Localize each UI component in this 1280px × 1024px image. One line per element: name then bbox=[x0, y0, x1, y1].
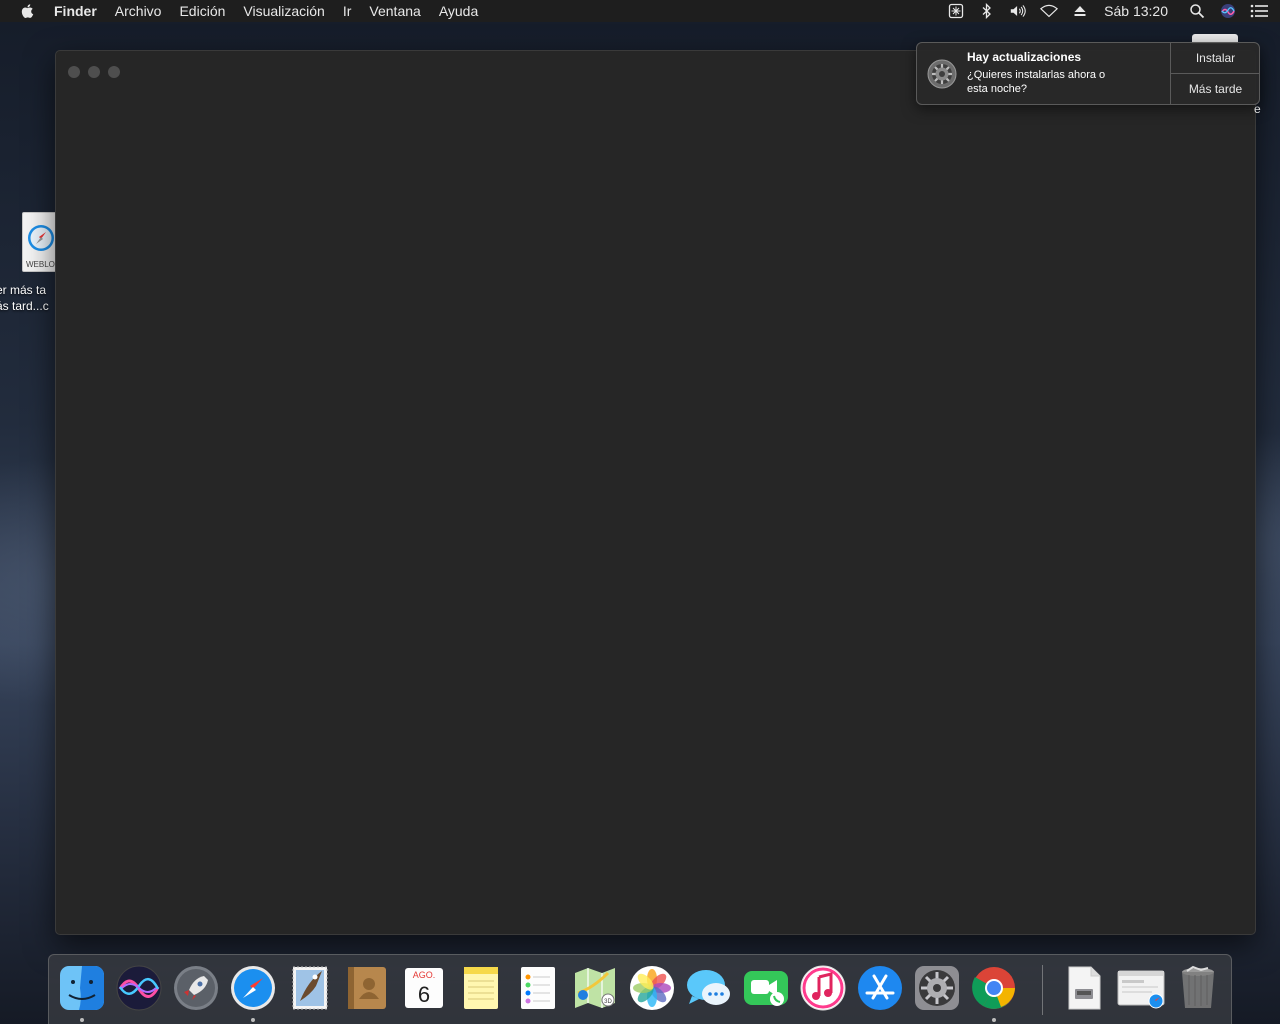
dock-maps[interactable]: 3D bbox=[570, 963, 620, 1013]
dock-separator bbox=[1042, 965, 1043, 1015]
reminders-icon bbox=[521, 967, 555, 1009]
screen-capture-icon[interactable] bbox=[947, 3, 965, 19]
notes-icon bbox=[464, 967, 498, 1009]
messages-icon bbox=[687, 970, 730, 1005]
install-button[interactable]: Instalar bbox=[1171, 43, 1260, 74]
desktop-file-label[interactable]: er más ta ás tard...c bbox=[0, 282, 56, 314]
launchpad-rocket-icon bbox=[174, 966, 218, 1010]
update-notification[interactable]: Hay actualizaciones ¿Quieres instalarlas… bbox=[916, 42, 1260, 105]
dock-launchpad[interactable] bbox=[171, 963, 221, 1013]
menu-app-name[interactable]: Finder bbox=[54, 3, 97, 19]
later-button[interactable]: Más tarde bbox=[1171, 74, 1260, 104]
menu-edicion[interactable]: Edición bbox=[179, 3, 225, 19]
desktop-file-label-line1: er más ta bbox=[0, 283, 47, 297]
document-stack-icon bbox=[1068, 966, 1101, 1010]
notification-title: Hay actualizaciones bbox=[967, 50, 1082, 64]
dock: AGO. 6 3D bbox=[48, 954, 1232, 1024]
dock-safari[interactable] bbox=[228, 963, 278, 1013]
dock-system-preferences[interactable] bbox=[912, 963, 962, 1013]
system-preferences-icon bbox=[915, 966, 959, 1010]
minimized-window-thumbnail-icon bbox=[1117, 970, 1165, 1009]
apple-menu-icon[interactable] bbox=[20, 3, 36, 19]
dock-siri[interactable] bbox=[114, 963, 164, 1013]
photos-flower-icon bbox=[630, 966, 674, 1010]
dock-messages[interactable] bbox=[684, 963, 734, 1013]
dock-trash[interactable] bbox=[1173, 963, 1223, 1013]
siri-icon bbox=[116, 965, 162, 1011]
mail-stamp-icon bbox=[292, 966, 328, 1010]
safari-running-indicator bbox=[251, 1018, 255, 1022]
contacts-book-icon bbox=[348, 967, 386, 1009]
svg-text:3D: 3D bbox=[604, 999, 612, 1005]
menubar-clock[interactable]: Sáb 13:20 bbox=[1104, 3, 1168, 19]
dock-mail[interactable] bbox=[285, 963, 335, 1013]
desktop-file-label-line2: ás tard...c bbox=[0, 299, 49, 313]
menu-ayuda[interactable]: Ayuda bbox=[439, 3, 478, 19]
finder-running-indicator bbox=[80, 1018, 84, 1022]
chrome-running-indicator bbox=[992, 1018, 996, 1022]
dock-facetime[interactable] bbox=[741, 963, 791, 1013]
wifi-icon[interactable] bbox=[1040, 3, 1059, 19]
trash-icon bbox=[1182, 965, 1214, 1008]
safari-icon bbox=[231, 966, 275, 1010]
dock-finder[interactable] bbox=[57, 963, 107, 1013]
menu-bar: Finder Archivo Edición Visualización Ir … bbox=[0, 0, 1280, 22]
eject-icon[interactable] bbox=[1071, 3, 1089, 19]
dock-app-store[interactable] bbox=[855, 963, 905, 1013]
finder-icon bbox=[60, 966, 104, 1010]
spotlight-search-icon[interactable] bbox=[1188, 3, 1206, 19]
calendar-day: 6 bbox=[418, 982, 430, 1007]
window-minimize-button[interactable] bbox=[88, 66, 100, 78]
desktop-webloc-file-icon[interactable]: WEBLO bbox=[22, 212, 58, 272]
dock-contacts[interactable] bbox=[342, 963, 392, 1013]
dock-photos[interactable] bbox=[627, 963, 677, 1013]
bluetooth-icon[interactable] bbox=[978, 3, 996, 19]
notification-center-icon[interactable] bbox=[1250, 3, 1268, 19]
menu-visualizacion[interactable]: Visualización bbox=[243, 3, 324, 19]
volume-icon[interactable] bbox=[1009, 3, 1027, 19]
dock-itunes[interactable] bbox=[798, 963, 848, 1013]
dock-calendar[interactable]: AGO. 6 bbox=[399, 963, 449, 1013]
system-preferences-gear-icon bbox=[927, 59, 957, 89]
facetime-icon bbox=[744, 971, 788, 1006]
window-zoom-button[interactable] bbox=[108, 66, 120, 78]
siri-menubar-icon[interactable] bbox=[1219, 3, 1237, 19]
itunes-music-icon bbox=[800, 965, 846, 1011]
chrome-icon bbox=[972, 967, 1015, 1009]
window-close-button[interactable] bbox=[68, 66, 80, 78]
menu-ir[interactable]: Ir bbox=[343, 3, 352, 19]
dock-documents-stack[interactable] bbox=[1059, 963, 1109, 1013]
calendar-icon: AGO. 6 bbox=[405, 968, 443, 1008]
dock-chrome[interactable] bbox=[969, 963, 1019, 1013]
file-type-tag: WEBLO bbox=[26, 260, 55, 269]
notification-actions: Instalar Más tarde bbox=[1170, 43, 1260, 104]
dock-reminders[interactable] bbox=[513, 963, 563, 1013]
maps-icon: 3D bbox=[575, 968, 615, 1008]
app-store-icon bbox=[858, 966, 902, 1010]
menu-archivo[interactable]: Archivo bbox=[115, 3, 162, 19]
finder-window[interactable] bbox=[55, 50, 1256, 935]
dock-minimized-window[interactable] bbox=[1116, 963, 1166, 1013]
calendar-month: AGO. bbox=[413, 970, 436, 980]
dock-notes[interactable] bbox=[456, 963, 506, 1013]
notification-body: ¿Quieres instalarlas ahora o esta noche? bbox=[967, 69, 1106, 95]
menu-ventana[interactable]: Ventana bbox=[369, 3, 420, 19]
